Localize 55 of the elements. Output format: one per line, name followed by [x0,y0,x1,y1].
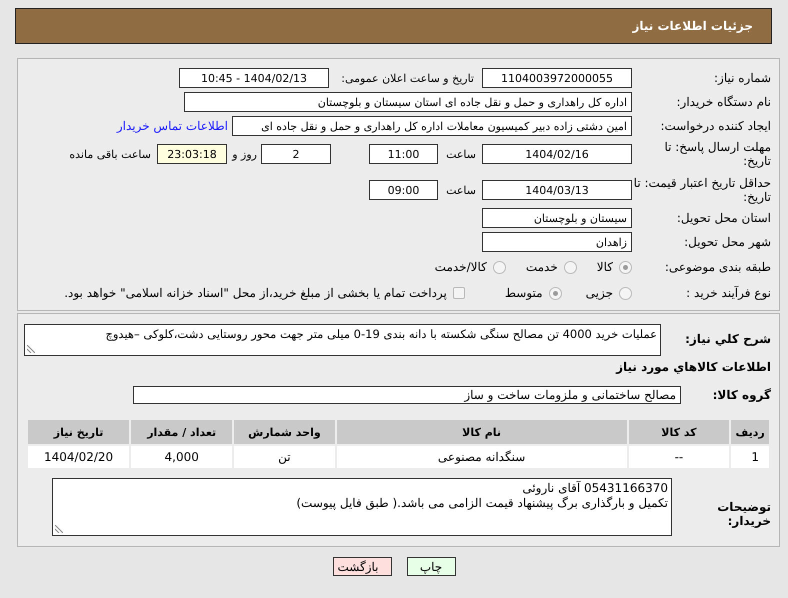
field-label: ایجاد کننده درخواست: [659,119,772,133]
treasury-note: پرداخت تمام یا بخشی از مبلغ خرید،از محل "اسناد خزانه اسلامی" خواهد بود. [64,286,447,300]
page-title-bar: جزئیات اطلاعات نیاز [15,8,772,44]
column-header: واحد شمارش [233,419,336,445]
field-label: نوع فرآیند خرید : [685,286,772,300]
option-label: کالا/خدمت [434,260,487,274]
option-label: جزیی [586,286,613,300]
section-heading: اطلاعات کالاهاي مورد نیاز [616,360,772,374]
table-cell: 4,000 [130,445,234,469]
deadline-time-field: 11:00 [369,144,438,164]
city-field: زاهدان [482,232,632,252]
table-cell: تن [233,445,336,469]
field-label: شهر محل تحویل: [683,235,772,249]
buyer-org-field: اداره کل راهداری و حمل و نقل جاده ای استان سیستان و بلوچستان [184,92,632,112]
column-header: تاریخ نیاز [27,419,130,445]
requester-field: امین دشتی زاده دبیر کمیسیون معاملات اداره کل راهداری و حمل و نقل جاده ای [232,116,632,136]
remaining-time-field: 23:03:18 [157,144,227,164]
time-label: ساعت [445,148,476,160]
validity-date-field: 1404/03/13 [482,180,632,200]
buyer-contact-link[interactable]: اطلاعات تماس خریدار [116,119,228,133]
table-cell: 1 [730,445,770,469]
remaining-label: ساعت باقی مانده [69,148,151,160]
field-label: تاریخ و ساعت اعلان عمومی: [340,72,474,84]
option-label: کالا [596,260,613,274]
field-label: مهلت ارسال پاسخ: تا تاریخ: [663,140,772,168]
field-label: توضیحات خریدار: [716,499,772,528]
time-label: ساعت [445,184,476,196]
table-cell: -- [628,445,730,469]
goods-group-field: مصالح ساختمانی و ملزومات ساخت و ساز [133,386,681,404]
province-field: سیستان و بلوچستان [482,208,632,228]
announce-date-field: 1404/02/13 - 10:45 [179,68,329,88]
option-label: متوسط [504,286,543,300]
back-button[interactable]: بازگشت [332,557,392,576]
field-label: گروه کالا: [712,388,772,402]
field-label: طبقه بندی موضوعی: [664,260,772,274]
field-label: شرح کلي نیاز: [684,331,772,346]
option-label: خدمت [526,260,558,274]
field-label: نام دستگاه خریدار: [676,95,772,109]
days-label: روز و [231,148,257,160]
column-header: نام کالا [336,419,628,445]
field-label: استان محل تحویل: [676,211,772,225]
days-field: 2 [261,144,331,164]
need-summary-field: عملیات خرید 4000 تن مصالح سنگی شکسته با دانه بندی 19-0 میلی متر جهت محور روستایی دشت،کلوکی –هیدوچ [24,324,661,356]
deadline-date-field: 1404/02/16 [482,144,632,164]
buyer-notes-field: 05431166370 آقای ناروئی تکمیل و بارگذاری برگ پیشنهاد قیمت الزامی می باشد.( طبق فایل پیوست) [52,478,672,536]
need-number-field: 1104003972000055 [482,68,632,88]
column-header: ردیف [730,419,770,445]
print-button[interactable]: چاپ [406,557,456,576]
field-label: شماره نیاز: [713,71,772,85]
table-cell: سنگدانه مصنوعی [336,445,628,469]
field-label: حداقل تاریخ اعتبار قیمت: تا تاریخ: [633,176,772,204]
column-header: کد کالا [628,419,730,445]
column-header: تعداد / مقدار [130,419,234,445]
validity-time-field: 09:00 [369,180,438,200]
table-cell: 1404/02/20 [27,445,130,469]
